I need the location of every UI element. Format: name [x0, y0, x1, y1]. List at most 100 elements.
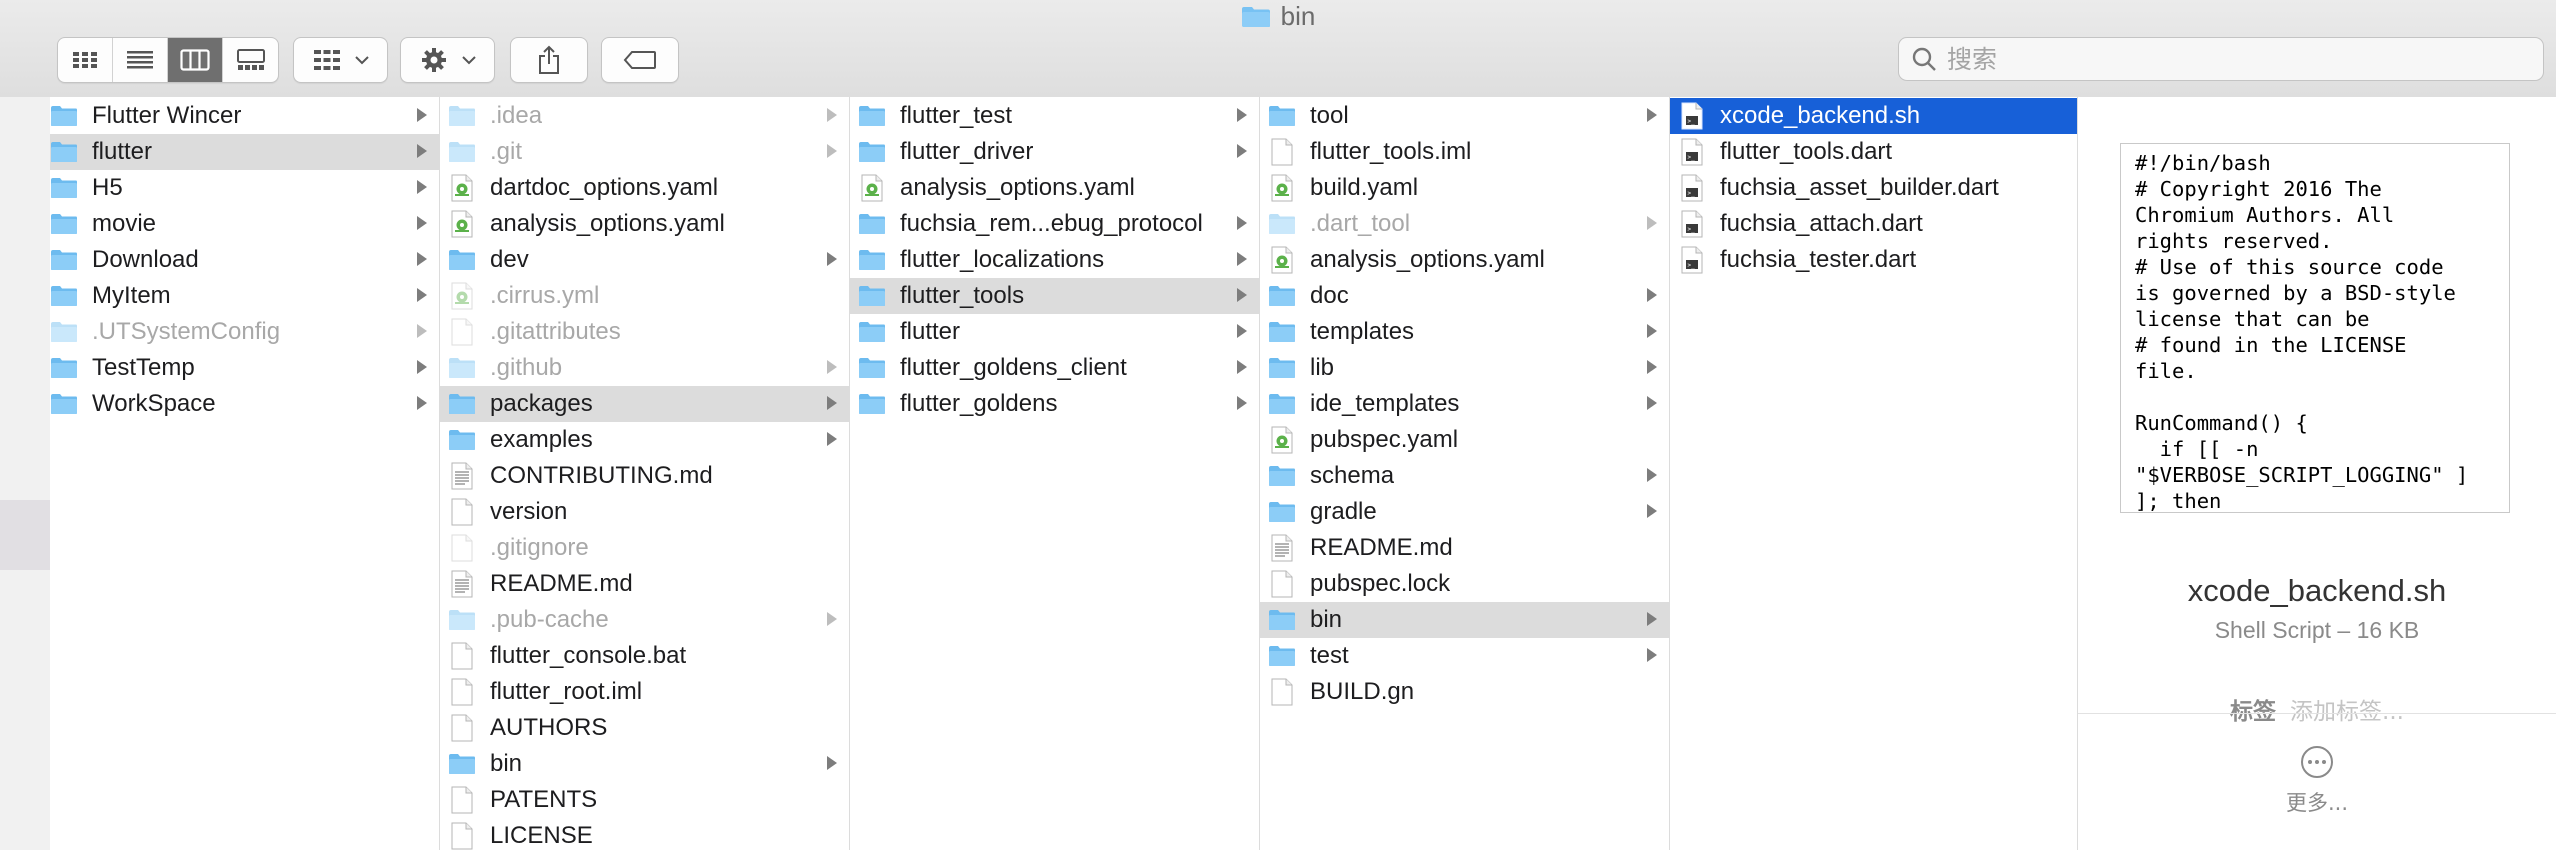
- folder-row[interactable]: .UTSystemConfig: [50, 314, 439, 350]
- group-by-button[interactable]: [293, 37, 388, 83]
- folder-row[interactable]: TestTemp: [50, 350, 439, 386]
- folder-row[interactable]: flutter_localizations: [850, 242, 1259, 278]
- file-row[interactable]: >_ fuchsia_tester.dart: [1670, 242, 2077, 278]
- folder-row[interactable]: flutter: [50, 134, 439, 170]
- file-row[interactable]: .gitignore: [440, 530, 849, 566]
- window-title: bin: [0, 2, 2556, 33]
- folder-row[interactable]: MyItem: [50, 278, 439, 314]
- item-label: flutter: [900, 318, 961, 345]
- file-row[interactable]: pubspec.yaml: [1260, 422, 1669, 458]
- preview-file-name: xcode_backend.sh: [2187, 573, 2447, 608]
- folder-row[interactable]: flutter_tools: [850, 278, 1259, 314]
- browser-column-3[interactable]: flutter_test flutter_driver analysis_optio…: [850, 97, 1260, 850]
- item-label: test: [1310, 642, 1349, 669]
- disclosure-arrow-icon: [417, 288, 427, 302]
- disclosure-arrow-icon: [1647, 396, 1657, 410]
- file-row[interactable]: .cirrus.yml: [440, 278, 849, 314]
- item-label: flutter_goldens: [900, 390, 1058, 417]
- folder-row[interactable]: flutter_goldens_client: [850, 350, 1259, 386]
- folder-row[interactable]: fuchsia_rem...ebug_protocol: [850, 206, 1259, 242]
- file-row[interactable]: >_ fuchsia_asset_builder.dart: [1670, 170, 2077, 206]
- file-row[interactable]: >_ flutter_tools.dart: [1670, 134, 2077, 170]
- folder-row[interactable]: .idea: [440, 98, 849, 134]
- folder-row[interactable]: H5: [50, 170, 439, 206]
- folder-row[interactable]: gradle: [1260, 494, 1669, 530]
- folder-row[interactable]: .github: [440, 350, 849, 386]
- tag-button[interactable]: [601, 37, 679, 83]
- disclosure-arrow-icon: [1647, 504, 1657, 518]
- gallery-view-button[interactable]: [223, 38, 278, 82]
- share-button[interactable]: [510, 37, 588, 83]
- folder-row[interactable]: dev: [440, 242, 849, 278]
- folder-icon: [858, 353, 886, 383]
- folder-row[interactable]: test: [1260, 638, 1669, 674]
- search-input[interactable]: [1945, 43, 2509, 75]
- icon-view-button[interactable]: [58, 38, 113, 82]
- folder-row[interactable]: examples: [440, 422, 849, 458]
- folder-row[interactable]: flutter_driver: [850, 134, 1259, 170]
- file-row[interactable]: AUTHORS: [440, 710, 849, 746]
- search-icon: [1911, 46, 1937, 72]
- folder-row[interactable]: flutter: [850, 314, 1259, 350]
- folder-row[interactable]: ide_templates: [1260, 386, 1669, 422]
- folder-row[interactable]: lib: [1260, 350, 1669, 386]
- item-label: tool: [1310, 102, 1349, 129]
- disclosure-arrow-icon: [1647, 288, 1657, 302]
- file-row[interactable]: README.md: [1260, 530, 1669, 566]
- folder-row[interactable]: Flutter Wincer: [50, 98, 439, 134]
- item-label: PATENTS: [490, 786, 598, 813]
- file-row[interactable]: README.md: [440, 566, 849, 602]
- file-row[interactable]: analysis_options.yaml: [850, 170, 1259, 206]
- folder-row[interactable]: .dart_tool: [1260, 206, 1669, 242]
- svg-text:>_: >_: [1688, 262, 1696, 269]
- folder-icon: [858, 101, 886, 131]
- file-row[interactable]: flutter_root.iml: [440, 674, 849, 710]
- folder-row[interactable]: bin: [440, 746, 849, 782]
- browser-column-4[interactable]: tool flutter_tools.iml build.yaml .dart_too…: [1260, 97, 1670, 850]
- folder-row[interactable]: flutter_goldens: [850, 386, 1259, 422]
- item-label: .gitignore: [490, 534, 589, 561]
- add-tags-field[interactable]: 添加标签...: [2290, 699, 2404, 725]
- file-row[interactable]: flutter_console.bat: [440, 638, 849, 674]
- column-view-button[interactable]: [168, 38, 223, 82]
- folder-row[interactable]: templates: [1260, 314, 1669, 350]
- folder-row[interactable]: movie: [50, 206, 439, 242]
- folder-row[interactable]: tool: [1260, 98, 1669, 134]
- list-view-icon: [127, 51, 153, 69]
- folder-row[interactable]: WorkSpace: [50, 386, 439, 422]
- folder-row[interactable]: packages: [440, 386, 849, 422]
- file-row[interactable]: BUILD.gn: [1260, 674, 1669, 710]
- file-row[interactable]: build.yaml: [1260, 170, 1669, 206]
- folder-row[interactable]: flutter_test: [850, 98, 1259, 134]
- view-mode-control: [57, 37, 279, 83]
- folder-row[interactable]: bin: [1260, 602, 1669, 638]
- file-row[interactable]: >_ xcode_backend.sh: [1670, 98, 2077, 134]
- browser-column-5[interactable]: >_ xcode_backend.sh >_ flutter_tools.dart >_…: [1670, 97, 2078, 850]
- file-row[interactable]: version: [440, 494, 849, 530]
- folder-row[interactable]: .pub-cache: [440, 602, 849, 638]
- file-row[interactable]: analysis_options.yaml: [1260, 242, 1669, 278]
- folder-row[interactable]: Download: [50, 242, 439, 278]
- action-button[interactable]: [400, 37, 495, 83]
- item-label: flutter_goldens_client: [900, 354, 1127, 381]
- item-label: fuchsia_tester.dart: [1720, 246, 1917, 273]
- file-row[interactable]: dartdoc_options.yaml: [440, 170, 849, 206]
- folder-row[interactable]: schema: [1260, 458, 1669, 494]
- document-icon: [1268, 677, 1296, 707]
- file-row[interactable]: flutter_tools.iml: [1260, 134, 1669, 170]
- file-row[interactable]: .gitattributes: [440, 314, 849, 350]
- file-row[interactable]: >_ fuchsia_attach.dart: [1670, 206, 2077, 242]
- file-row[interactable]: PATENTS: [440, 782, 849, 818]
- browser-column-2[interactable]: .idea .git dartdoc_options.yaml analysis_op…: [440, 97, 850, 850]
- file-row[interactable]: analysis_options.yaml: [440, 206, 849, 242]
- file-row[interactable]: pubspec.lock: [1260, 566, 1669, 602]
- more-button[interactable]: 更多...: [2078, 745, 2556, 817]
- browser-column-1[interactable]: Flutter Wincer flutter H5 movie Download MyIt…: [50, 97, 440, 850]
- folder-row[interactable]: .git: [440, 134, 849, 170]
- file-row[interactable]: CONTRIBUTING.md: [440, 458, 849, 494]
- folder-row[interactable]: doc: [1260, 278, 1669, 314]
- preview-pane: #!/bin/bash # Copyright 2016 The Chromiu…: [2078, 97, 2556, 850]
- file-row[interactable]: LICENSE: [440, 818, 849, 850]
- list-view-button[interactable]: [113, 38, 168, 82]
- search-field[interactable]: [1898, 37, 2544, 81]
